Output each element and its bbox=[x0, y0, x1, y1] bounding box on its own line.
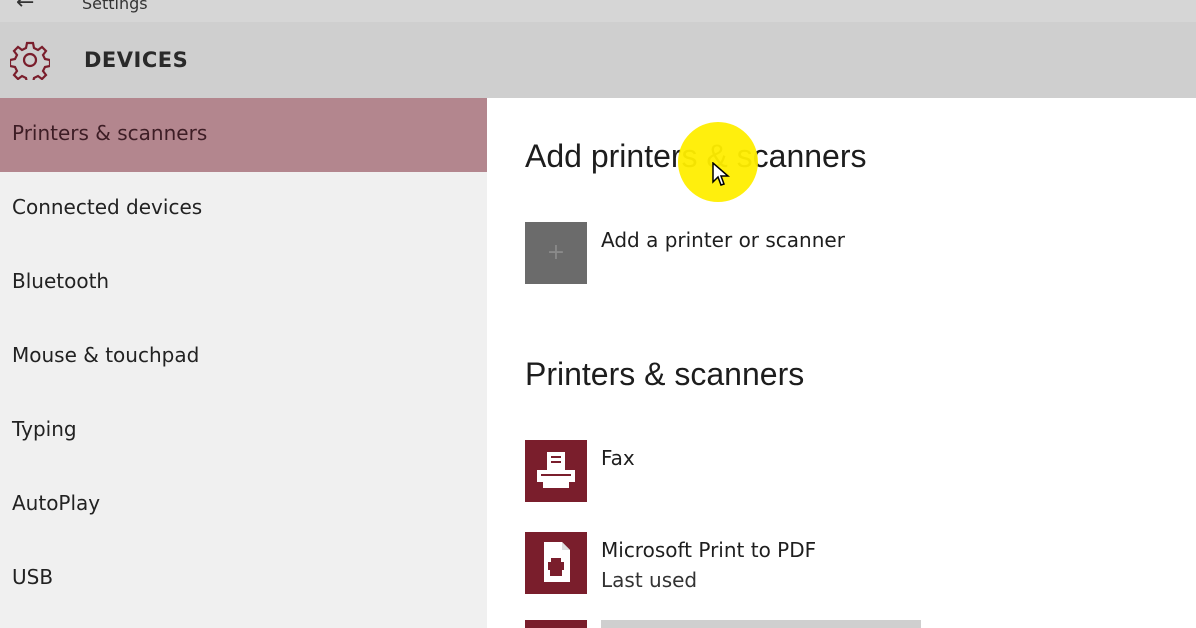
pdf-printer-icon[interactable] bbox=[525, 532, 587, 594]
sidebar-item-autoplay[interactable]: AutoPlay bbox=[0, 468, 487, 542]
sidebar-item-label: Connected devices bbox=[12, 195, 203, 219]
sidebar-item-label: AutoPlay bbox=[12, 491, 101, 515]
plus-icon: + bbox=[546, 240, 566, 265]
sidebar-item-label: USB bbox=[12, 565, 54, 589]
sidebar-item-printers-scanners[interactable]: Printers & scanners bbox=[0, 98, 487, 172]
page-header: DEVICES bbox=[0, 22, 1196, 98]
sidebar-item-bluetooth[interactable]: Bluetooth bbox=[0, 246, 487, 320]
sidebar-item-mouse-touchpad[interactable]: Mouse & touchpad bbox=[0, 320, 487, 394]
mouse-cursor-icon bbox=[712, 161, 731, 188]
gear-icon bbox=[8, 40, 52, 85]
printer-status: Last used bbox=[601, 568, 698, 592]
printer-name[interactable]: Microsoft Print to PDF bbox=[601, 538, 816, 562]
fax-printer-icon[interactable] bbox=[525, 440, 587, 502]
printer-icon[interactable] bbox=[525, 620, 587, 628]
section-title: DEVICES bbox=[84, 48, 189, 72]
sidebar-item-label: Typing bbox=[12, 417, 77, 441]
sidebar-item-label: Bluetooth bbox=[12, 269, 110, 293]
printer-name[interactable]: Fax bbox=[601, 446, 635, 470]
sidebar-item-label: Mouse & touchpad bbox=[12, 343, 200, 367]
sidebar-item-typing[interactable]: Typing bbox=[0, 394, 487, 468]
printers-section-title: Printers & scanners bbox=[525, 356, 805, 392]
add-printer-button[interactable]: + bbox=[525, 222, 587, 284]
sidebar-item-label: Printers & scanners bbox=[12, 121, 208, 145]
sidebar: Printers & scanners Connected devices Bl… bbox=[0, 98, 487, 628]
printer-name[interactable] bbox=[601, 620, 921, 628]
add-printer-label[interactable]: Add a printer or scanner bbox=[601, 228, 845, 252]
main-content: Add printers & scanners + Add a printer … bbox=[487, 98, 1196, 628]
title-bar: ← Settings bbox=[0, 0, 1196, 22]
sidebar-item-usb[interactable]: USB bbox=[0, 542, 487, 616]
back-arrow-icon[interactable]: ← bbox=[16, 0, 34, 15]
sidebar-item-connected-devices[interactable]: Connected devices bbox=[0, 172, 487, 246]
app-title: Settings bbox=[82, 0, 148, 13]
